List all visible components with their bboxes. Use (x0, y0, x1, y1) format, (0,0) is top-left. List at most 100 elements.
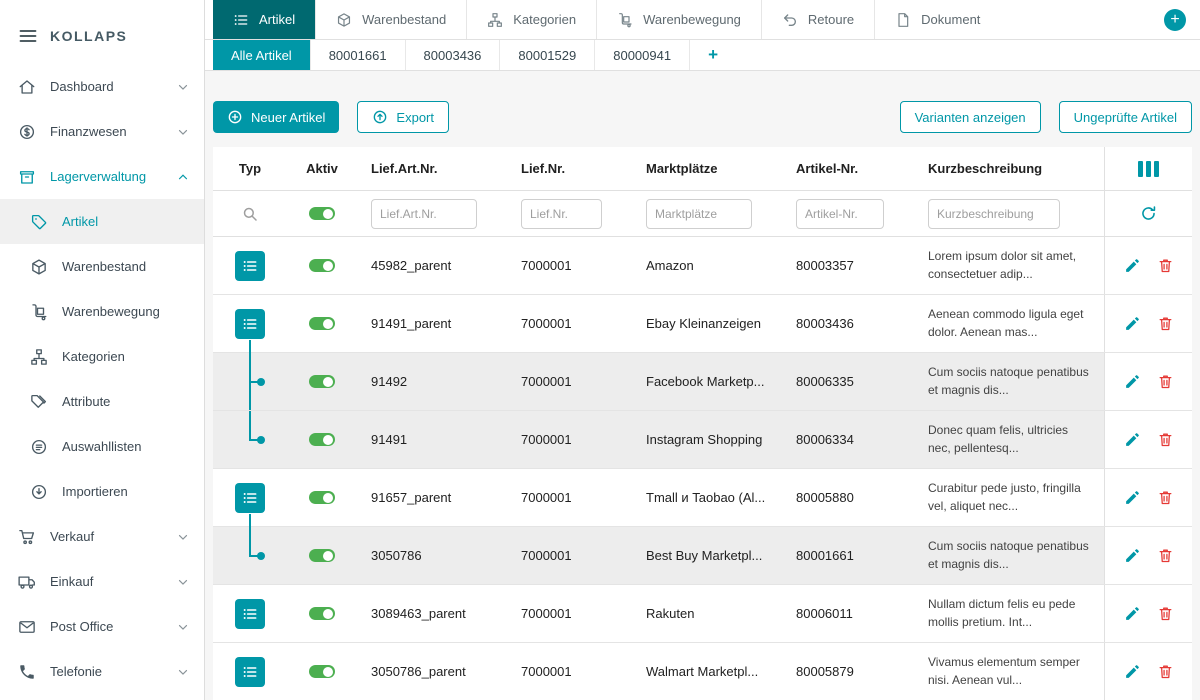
subtab-80001661[interactable]: 80001661 (310, 40, 405, 70)
column-settings-button[interactable] (1104, 147, 1192, 190)
sidebar-item-label: Einkauf (50, 574, 162, 589)
new-article-button[interactable]: Neuer Artikel (213, 101, 339, 133)
col-header-typ: Typ (213, 161, 287, 176)
filter-artikel-nr-input[interactable] (796, 199, 884, 229)
active-toggle-icon[interactable] (309, 491, 335, 504)
list-type-icon[interactable] (235, 251, 265, 281)
kurzbeschreibung-value: Donec quam felis, ultricies nec, pellent… (914, 422, 1104, 457)
kurzbeschreibung-value: Cum sociis natoque penatibus et magnis d… (914, 364, 1104, 399)
tag-icon (30, 213, 48, 231)
tab-kategorien[interactable]: Kategorien (466, 0, 596, 39)
edit-icon[interactable] (1124, 431, 1141, 448)
edit-icon[interactable] (1124, 663, 1141, 680)
sidebar-item-warenbestand[interactable]: Warenbestand (0, 244, 204, 289)
tab-retoure[interactable]: Retoure (761, 0, 874, 39)
edit-icon[interactable] (1124, 605, 1141, 622)
tab-warenbestand[interactable]: Warenbestand (315, 0, 466, 39)
tab-dokument[interactable]: Dokument (874, 0, 1000, 39)
delete-icon[interactable] (1157, 315, 1174, 332)
show-variants-button[interactable]: Varianten anzeigen (900, 101, 1041, 133)
filter-kurzbeschreibung-input[interactable] (928, 199, 1060, 229)
return-arrow-icon (782, 12, 798, 28)
list-circle-icon (30, 438, 48, 456)
edit-icon[interactable] (1124, 257, 1141, 274)
sidebar-item-einkauf[interactable]: Einkauf (0, 559, 204, 604)
active-toggle-icon[interactable] (309, 607, 335, 620)
active-toggle-icon[interactable] (309, 433, 335, 446)
unchecked-articles-button[interactable]: Ungeprüfte Artikel (1059, 101, 1192, 133)
export-button[interactable]: Export (357, 101, 449, 133)
box-icon (30, 258, 48, 276)
marktplatz-value: Best Buy Marketpl... (632, 548, 782, 563)
sidebar-item-attribute[interactable]: Attribute (0, 379, 204, 424)
import-icon (30, 483, 48, 501)
sidebar-item-telefonie[interactable]: Telefonie (0, 649, 204, 694)
table-row[interactable]: 3089463_parent 7000001 Rakuten 80006011 … (213, 585, 1192, 643)
active-toggle-icon[interactable] (309, 317, 335, 330)
edit-icon[interactable] (1124, 489, 1141, 506)
active-toggle-icon[interactable] (309, 375, 335, 388)
filter-lief-art-nr-input[interactable] (371, 199, 477, 229)
chevron-down-icon (176, 620, 190, 634)
subtab-alle-artikel[interactable]: Alle Artikel (213, 40, 310, 70)
subtab-80003436[interactable]: 80003436 (405, 40, 500, 70)
list-type-icon[interactable] (235, 309, 265, 339)
table-row[interactable]: 3050786 7000001 Best Buy Marketpl... 800… (213, 527, 1192, 585)
marktplatz-value: Ebay Kleinanzeigen (632, 316, 782, 331)
edit-icon[interactable] (1124, 315, 1141, 332)
active-toggle-icon[interactable] (309, 665, 335, 678)
active-toggle-icon[interactable] (309, 259, 335, 272)
tab-warenbewegung[interactable]: Warenbewegung (596, 0, 761, 39)
delete-icon[interactable] (1157, 257, 1174, 274)
filter-lief-nr-input[interactable] (521, 199, 602, 229)
sidebar-item-post-office[interactable]: Post Office (0, 604, 204, 649)
list-type-icon[interactable] (235, 657, 265, 687)
active-filter-toggle[interactable] (309, 207, 335, 220)
chevron-down-icon (176, 575, 190, 589)
list-type-icon[interactable] (235, 599, 265, 629)
sidebar-item-auswahllisten[interactable]: Auswahllisten (0, 424, 204, 469)
add-subtab-button[interactable]: + (689, 40, 736, 70)
list-type-icon[interactable] (235, 483, 265, 513)
table-row[interactable]: 91492 7000001 Facebook Marketp... 800063… (213, 353, 1192, 411)
table-row[interactable]: 3050786_parent 7000001 Walmart Marketpl.… (213, 643, 1192, 700)
button-label: Varianten anzeigen (915, 110, 1026, 125)
delete-icon[interactable] (1157, 373, 1174, 390)
lief-art-nr-value: 91491 (357, 432, 507, 447)
delete-icon[interactable] (1157, 605, 1174, 622)
phone-icon (18, 663, 36, 681)
table-row[interactable]: 91657_parent 7000001 Tmall и Taobao (Al.… (213, 469, 1192, 527)
sidebar-item-lagerverwaltung[interactable]: Lagerverwaltung (0, 154, 204, 199)
sidebar-item-label: Auswahllisten (62, 439, 190, 454)
table-row[interactable]: 91491 7000001 Instagram Shopping 8000633… (213, 411, 1192, 469)
envelope-icon (18, 618, 36, 636)
subtab-80001529[interactable]: 80001529 (499, 40, 594, 70)
sidebar-item-label: Lagerverwaltung (50, 169, 162, 184)
edit-icon[interactable] (1124, 373, 1141, 390)
lief-art-nr-value: 3050786_parent (357, 664, 507, 679)
add-tab-button[interactable]: + (1164, 9, 1186, 31)
sidebar-item-finanzwesen[interactable]: Finanzwesen (0, 109, 204, 154)
filter-marktplaetze-input[interactable] (646, 199, 752, 229)
artikel-nr-value: 80003436 (782, 316, 914, 331)
sidebar-item-warenbewegung[interactable]: Warenbewegung (0, 289, 204, 334)
tab-label: Kategorien (513, 12, 576, 27)
sidebar-item-dashboard[interactable]: Dashboard (0, 64, 204, 109)
delete-icon[interactable] (1157, 431, 1174, 448)
sidebar-item-importieren[interactable]: Importieren (0, 469, 204, 514)
edit-icon[interactable] (1124, 547, 1141, 564)
tab-artikel[interactable]: Artikel (213, 0, 315, 39)
sidebar-item-verkauf[interactable]: Verkauf (0, 514, 204, 559)
delete-icon[interactable] (1157, 547, 1174, 564)
refresh-icon[interactable] (1139, 204, 1158, 223)
plus-circle-icon (227, 109, 243, 125)
menu-icon[interactable] (18, 26, 38, 46)
active-toggle-icon[interactable] (309, 549, 335, 562)
sidebar-item-artikel[interactable]: Artikel (0, 199, 204, 244)
table-row[interactable]: 91491_parent 7000001 Ebay Kleinanzeigen … (213, 295, 1192, 353)
delete-icon[interactable] (1157, 489, 1174, 506)
subtab-80000941[interactable]: 80000941 (594, 40, 689, 70)
table-row[interactable]: 45982_parent 7000001 Amazon 80003357 Lor… (213, 237, 1192, 295)
delete-icon[interactable] (1157, 663, 1174, 680)
sidebar-item-kategorien[interactable]: Kategorien (0, 334, 204, 379)
